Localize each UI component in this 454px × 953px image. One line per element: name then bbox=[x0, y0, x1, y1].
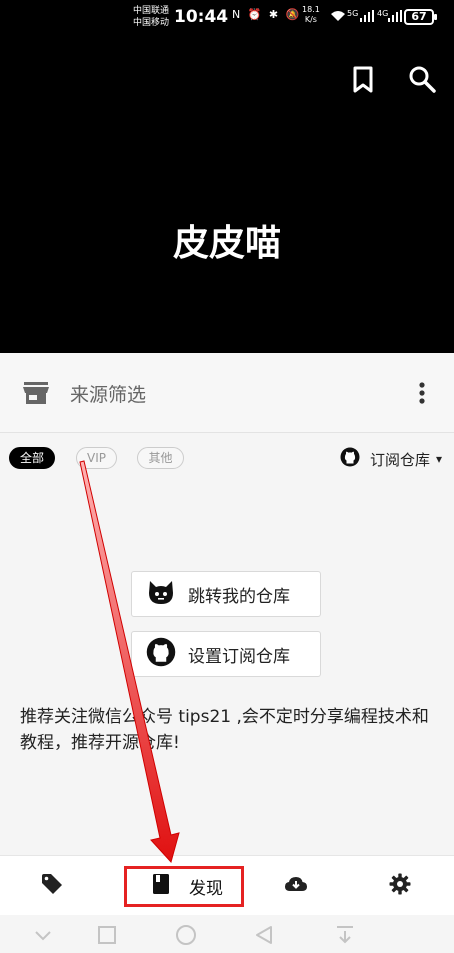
more-vertical-icon[interactable] bbox=[408, 378, 436, 408]
carrier-info: 中国联通 中国移动 bbox=[133, 5, 169, 29]
home-icon[interactable] bbox=[174, 923, 198, 947]
github-icon bbox=[146, 637, 188, 672]
source-filter-label: 来源筛选 bbox=[70, 384, 147, 406]
jump-my-repo-label: 跳转我的仓库 bbox=[188, 586, 290, 607]
recent-apps-icon[interactable] bbox=[95, 923, 119, 947]
chip-vip[interactable]: VIP bbox=[76, 447, 117, 469]
source-filter-bar[interactable]: 来源筛选 bbox=[0, 353, 454, 433]
network-speed-value: 18.1 bbox=[302, 5, 320, 14]
collapse-icon[interactable] bbox=[31, 923, 55, 947]
status-icons: N ⏰ ✱ 🔕 bbox=[232, 8, 302, 21]
recommendation-notice: 推荐关注微信公众号 tips21 ,会不定时分享编程技术和教程，推荐开源仓库! bbox=[20, 707, 429, 753]
app-header: 皮皮喵 bbox=[0, 36, 454, 353]
status-bar: 中国联通 中国移动 10:44 N ⏰ ✱ 🔕 18.1 K/s 5G 4G 6… bbox=[0, 0, 454, 36]
subscription-repo-select[interactable]: 订阅仓库 ▾ bbox=[340, 447, 443, 471]
carrier-2: 中国移动 bbox=[133, 18, 170, 28]
signal-4g-label: 4G bbox=[377, 9, 389, 18]
set-subscription-repo-label: 设置订阅仓库 bbox=[188, 646, 290, 667]
github-icon bbox=[340, 447, 370, 471]
system-nav-bar bbox=[0, 915, 454, 953]
chip-all[interactable]: 全部 bbox=[9, 447, 55, 469]
tag-icon bbox=[40, 872, 64, 900]
wifi-icon bbox=[330, 10, 346, 24]
cloud-download-icon bbox=[284, 872, 308, 900]
tab-tags[interactable] bbox=[38, 872, 66, 900]
carrier-1: 中国联通 bbox=[133, 6, 170, 16]
bookmark-icon[interactable] bbox=[346, 62, 380, 96]
annotation-highlight-box bbox=[124, 866, 244, 907]
signal-bars-icon-2 bbox=[388, 10, 402, 24]
back-icon[interactable] bbox=[252, 923, 276, 947]
tab-download[interactable] bbox=[282, 872, 310, 900]
gear-icon bbox=[388, 872, 412, 900]
tab-settings[interactable] bbox=[386, 872, 414, 900]
status-time: 10:44 bbox=[174, 7, 229, 27]
chevron-down-icon: ▾ bbox=[436, 452, 443, 466]
store-icon bbox=[22, 381, 50, 405]
network-speed-unit: K/s bbox=[304, 15, 317, 24]
signal-bars-icon bbox=[360, 10, 374, 24]
repo-select-label: 订阅仓库 bbox=[370, 450, 431, 469]
search-icon[interactable] bbox=[405, 62, 439, 96]
battery-indicator: 67 bbox=[404, 9, 437, 25]
app-title: 皮皮喵 bbox=[172, 223, 281, 264]
signal-5g-label: 5G bbox=[347, 9, 359, 18]
jump-my-repo-button[interactable]: 跳转我的仓库 bbox=[131, 571, 321, 617]
chip-other[interactable]: 其他 bbox=[137, 447, 184, 469]
cat-icon bbox=[146, 577, 188, 612]
network-speed: 18.1 K/s bbox=[302, 5, 320, 25]
download-tray-icon[interactable] bbox=[333, 923, 357, 947]
set-subscription-repo-button[interactable]: 设置订阅仓库 bbox=[131, 631, 321, 677]
